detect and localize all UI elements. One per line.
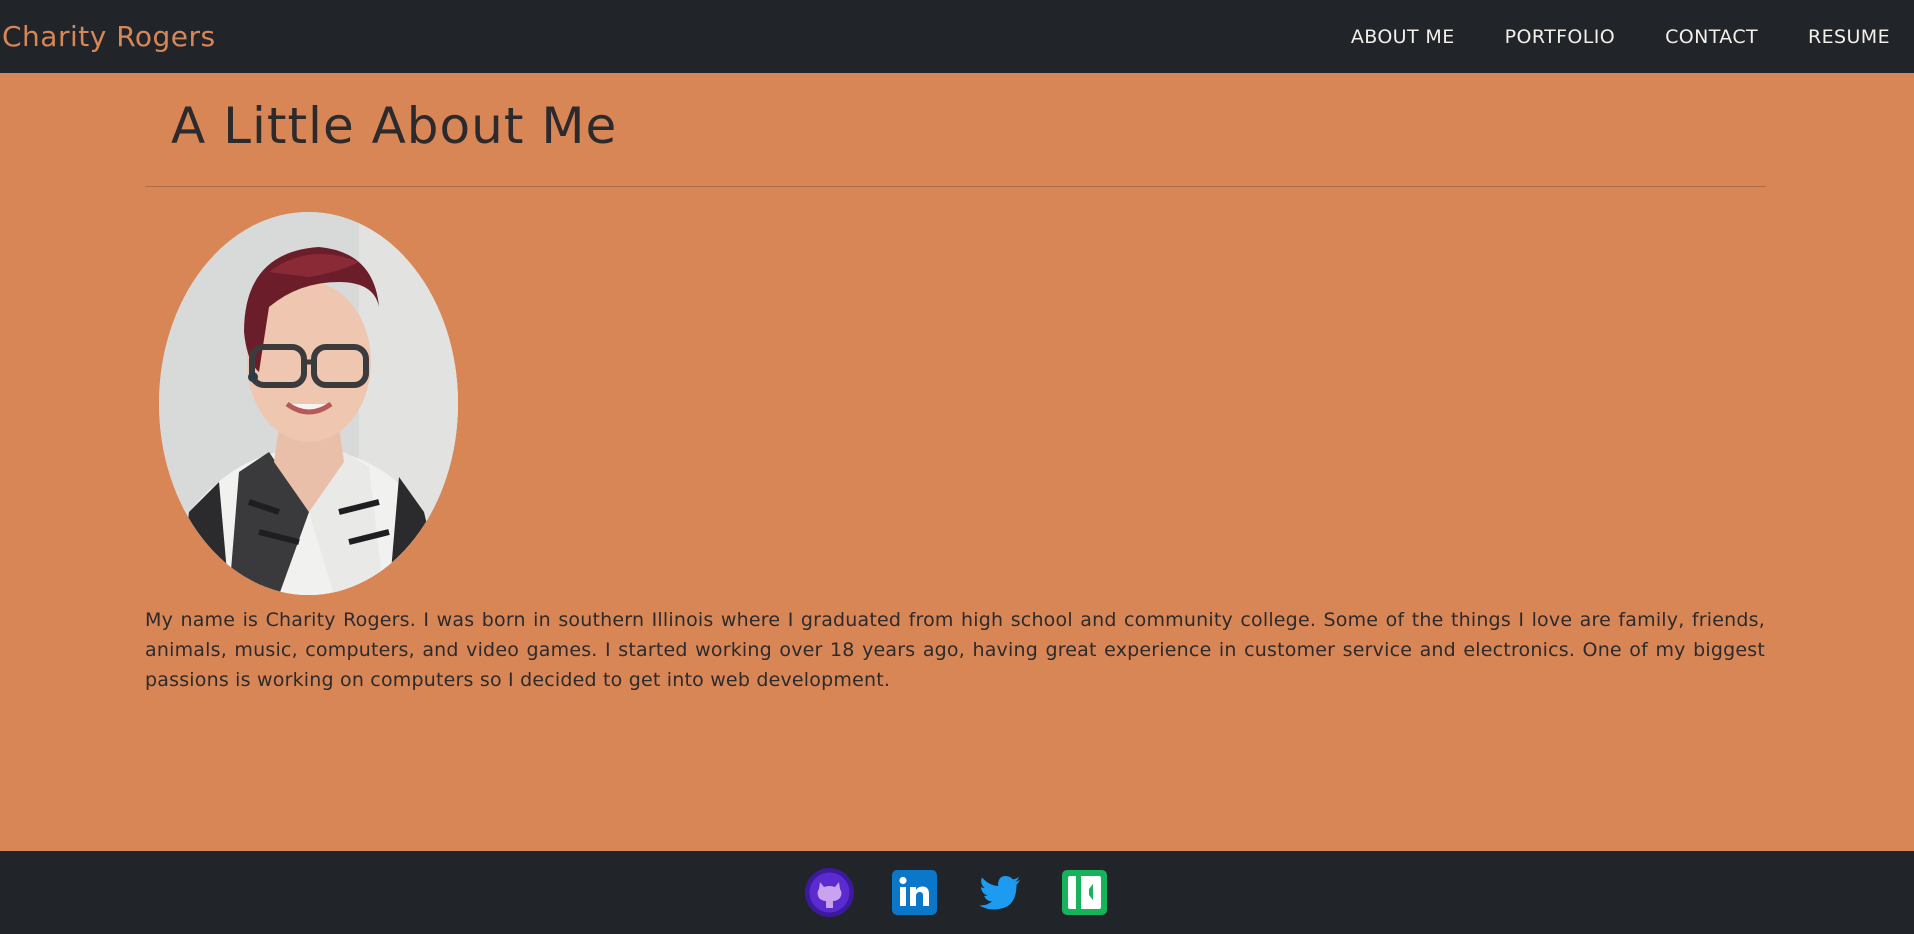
nav-link-about-me[interactable]: ABOUT ME <box>1351 26 1455 48</box>
twitter-icon <box>979 876 1020 910</box>
nav-links: ABOUT ME PORTFOLIO CONTACT RESUME <box>1301 26 1890 48</box>
main-section: A Little About Me My name is Charity Rog… <box>0 73 1914 851</box>
social-links <box>805 868 1109 917</box>
page-title: A Little About Me <box>171 97 618 155</box>
nav-link-portfolio[interactable]: PORTFOLIO <box>1505 26 1615 48</box>
github-icon <box>805 868 854 917</box>
brand-link[interactable]: Charity Rogers <box>2 20 216 53</box>
footer <box>0 851 1914 934</box>
title-divider <box>145 186 1766 187</box>
top-navbar: Charity Rogers ABOUT ME PORTFOLIO CONTAC… <box>0 0 1914 73</box>
github-link[interactable] <box>805 868 854 917</box>
linkedin-link[interactable] <box>890 868 939 917</box>
profile-photo <box>159 212 458 595</box>
about-container: A Little About Me My name is Charity Rog… <box>145 73 1766 851</box>
nav-link-resume[interactable]: RESUME <box>1808 26 1890 48</box>
linkedin-icon <box>892 870 937 915</box>
iconfinder-icon <box>1062 870 1107 915</box>
bio-paragraph: My name is Charity Rogers. I was born in… <box>145 609 1765 691</box>
nav-link-contact[interactable]: CONTACT <box>1665 26 1758 48</box>
profile-photo-portrait <box>159 212 458 595</box>
twitter-link[interactable] <box>975 868 1024 917</box>
iconfinder-link[interactable] <box>1060 868 1109 917</box>
